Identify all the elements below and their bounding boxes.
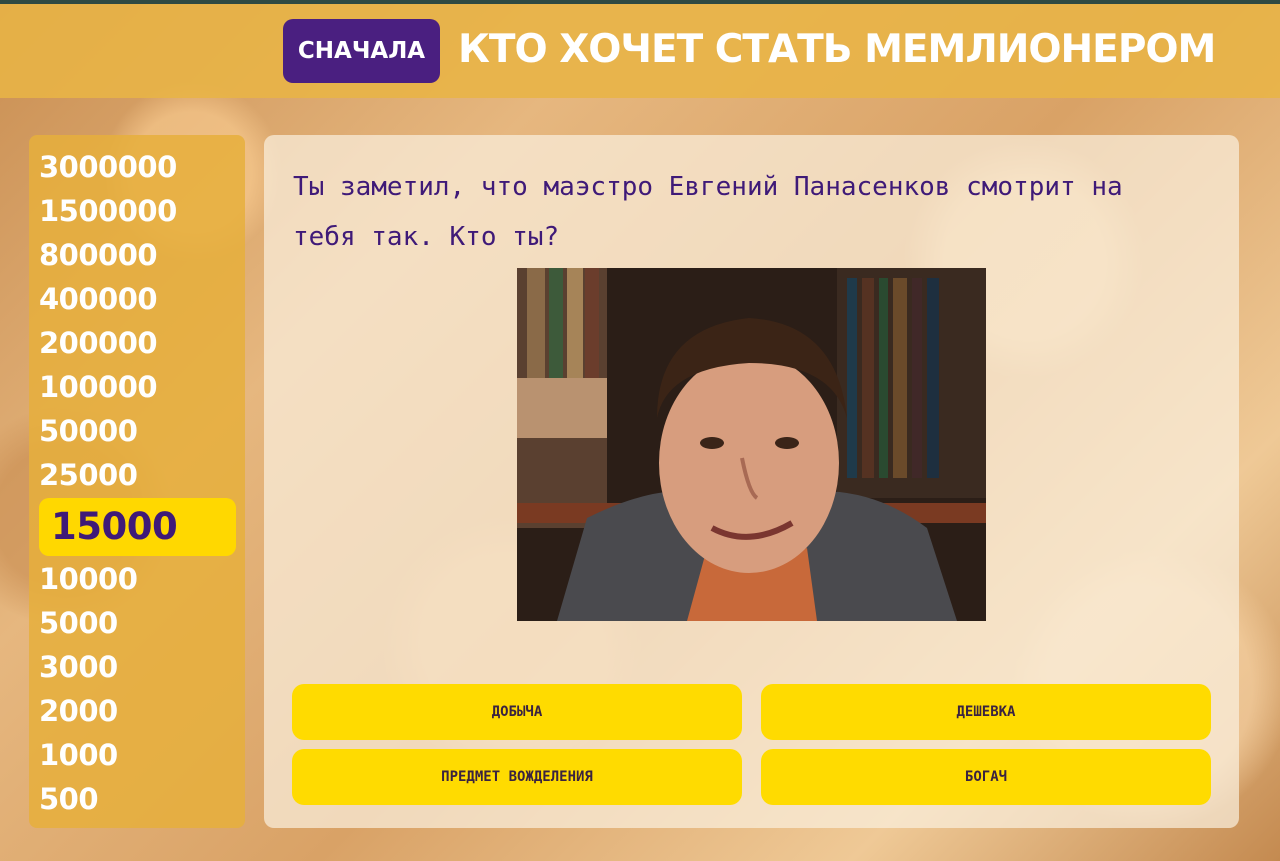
prize-level-current: 15000: [39, 498, 236, 556]
prize-level-400000: 400000: [39, 282, 158, 316]
prize-level-1000: 1000: [39, 738, 118, 772]
prize-level-3000000: 3000000: [39, 150, 177, 184]
prize-level-2000: 2000: [39, 694, 118, 728]
header-bar: СНАЧАЛА КТО ХОЧЕТ СТАТЬ МЕМЛИОНЕРОМ: [0, 4, 1280, 98]
portrait-image: [517, 268, 986, 621]
answer-d-button[interactable]: БОГАЧ: [761, 749, 1211, 805]
restart-button[interactable]: СНАЧАЛА: [283, 19, 440, 83]
prize-level-100000: 100000: [39, 370, 158, 404]
answer-b-button[interactable]: ДЕШЕВКА: [761, 684, 1211, 740]
prize-level-50000: 50000: [39, 414, 138, 448]
question-photo: [517, 268, 986, 621]
answer-a-button[interactable]: ДОБЫЧА: [292, 684, 742, 740]
prize-level-25000: 25000: [39, 458, 138, 492]
prize-level-5000: 5000: [39, 606, 118, 640]
prize-level-200000: 200000: [39, 326, 158, 360]
prize-level-800000: 800000: [39, 238, 158, 272]
prize-level-3000: 3000: [39, 650, 118, 684]
game-title: КТО ХОЧЕТ СТАТЬ МЕМЛИОНЕРОМ: [458, 27, 1216, 72]
prize-level-1500000: 1500000: [39, 194, 177, 228]
question-text: Ты заметил, что маэстро Евгений Панасенк…: [293, 172, 1123, 252]
prize-level-500: 500: [39, 782, 99, 816]
prize-ladder: 3000000 1500000 800000 400000 200000 100…: [29, 135, 245, 828]
answer-c-button[interactable]: ПРЕДМЕТ ВОЖДЕЛЕНИЯ: [292, 749, 742, 805]
prize-level-10000: 10000: [39, 562, 138, 596]
